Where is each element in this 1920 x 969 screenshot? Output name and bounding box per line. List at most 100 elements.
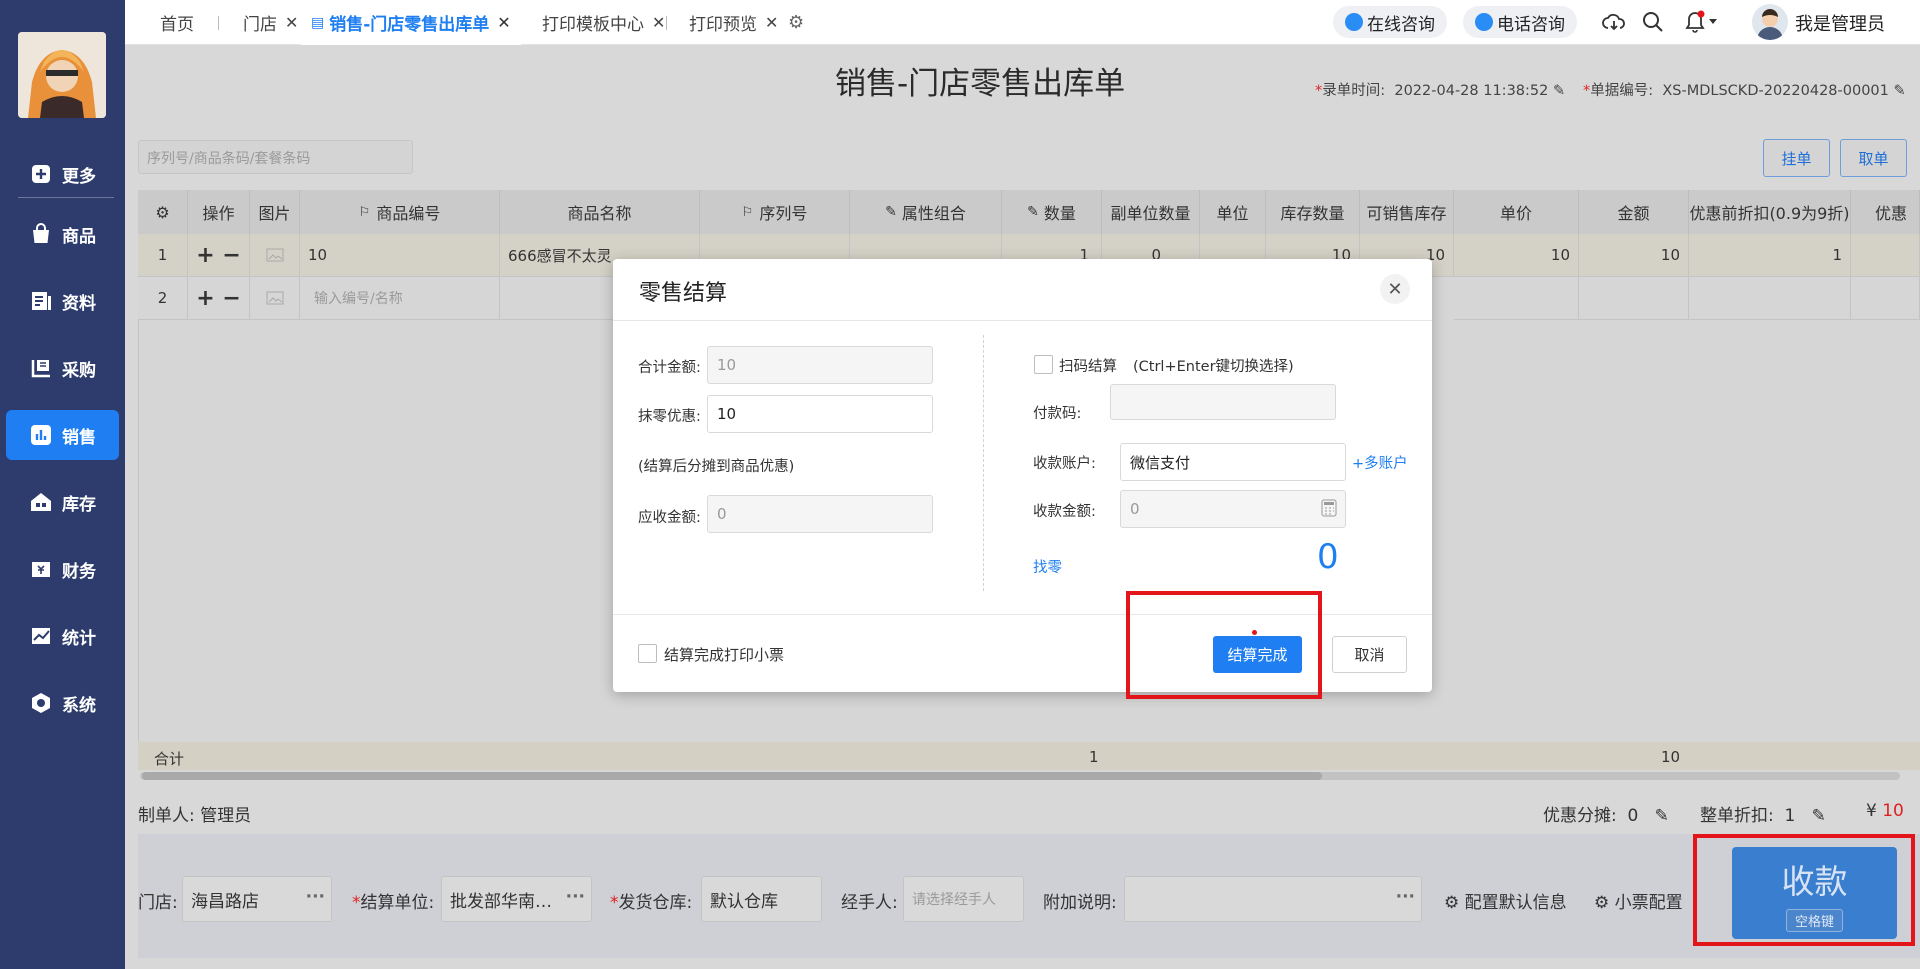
warehouse-select[interactable]: 默认仓库: [701, 876, 822, 922]
discount-share-value: 0: [1627, 806, 1639, 826]
sidebar-item-stats[interactable]: 统计: [6, 611, 119, 661]
total-amount-input: 10: [707, 346, 933, 384]
flag-icon: ⚐: [358, 204, 371, 220]
close-icon[interactable]: ✕: [285, 13, 298, 32]
cancel-button[interactable]: 取消: [1332, 636, 1407, 673]
dialog-header: 零售结算 ✕: [613, 259, 1432, 321]
bar-chart-icon: [30, 424, 52, 446]
close-icon[interactable]: ✕: [497, 13, 510, 32]
search-icon[interactable]: [1642, 11, 1664, 37]
cell-amount[interactable]: 10: [1579, 234, 1689, 277]
tab-label: 打印模板中心: [542, 15, 644, 35]
cell-discount-2[interactable]: [1851, 234, 1920, 277]
edit-icon[interactable]: ✎: [1553, 83, 1565, 99]
tab-sales-retail-out[interactable]: ▤ 销售-门店零售出库单 ✕: [301, 0, 521, 45]
pencil-icon: ✎: [885, 204, 897, 220]
remove-row-icon[interactable]: −: [222, 286, 240, 311]
add-row-icon[interactable]: +: [196, 286, 214, 311]
sidebar-item-purchase[interactable]: 采购: [6, 343, 119, 393]
document-icon: ▤: [311, 14, 325, 31]
scrollbar-thumb[interactable]: [142, 772, 1322, 780]
maker: 制单人: 管理员: [138, 801, 251, 826]
edit-icon[interactable]: ✎: [1894, 83, 1906, 99]
store-value: 海昌路店: [191, 891, 259, 912]
highlight-box-payment: [1693, 834, 1915, 946]
handler-select[interactable]: 请选择经手人: [903, 876, 1024, 922]
phone-consult-button[interactable]: 电话咨询: [1463, 6, 1577, 38]
edit-icon[interactable]: ✎: [1655, 806, 1669, 826]
gear-icon[interactable]: ⚙: [788, 0, 804, 45]
settle-unit-select[interactable]: 批发部华南… ···: [441, 876, 592, 922]
more-icon: ···: [1395, 887, 1415, 907]
col-header-discount-2: 优惠: [1851, 190, 1920, 234]
tab-label: 首页: [160, 15, 194, 35]
cell-discount[interactable]: [1689, 277, 1851, 320]
tab-print-preview[interactable]: 打印预览 ✕: [689, 0, 778, 45]
sidebar-item-inventory[interactable]: 库存: [6, 477, 119, 527]
col-header-image: 图片: [250, 190, 300, 234]
cell-code[interactable]: 10: [300, 234, 500, 277]
tab-print-template[interactable]: 打印模板中心 ✕: [542, 0, 665, 45]
row-actions: + −: [188, 277, 250, 320]
receipt-config-button[interactable]: ⚙ 小票配置: [1594, 888, 1683, 913]
amount-value: 0: [1130, 500, 1140, 518]
settle-unit-value: 批发部华南…: [450, 891, 552, 912]
remove-row-icon[interactable]: −: [222, 243, 240, 268]
code-input[interactable]: 输入编号/名称: [300, 277, 500, 320]
hang-order-button[interactable]: 挂单: [1763, 139, 1830, 177]
sidebar-item-more[interactable]: 更多: [6, 149, 119, 199]
close-icon[interactable]: ✕: [765, 13, 778, 32]
top-tab-bar: 首页 门店 ✕ ▤ 销售-门店零售出库单 ✕ 打印模板中心 ✕ 打印预览 ✕ ⚙ 在线咨…: [125, 0, 1920, 45]
col-header-label: 序列号: [759, 204, 808, 223]
tab-store[interactable]: 门店 ✕: [243, 0, 298, 45]
pay-code-input[interactable]: [1110, 384, 1336, 420]
user-name[interactable]: 我是管理员: [1795, 10, 1885, 36]
tab-home[interactable]: 首页: [160, 0, 194, 45]
scan-settle-checkbox[interactable]: [1034, 355, 1053, 374]
config-default-button[interactable]: ⚙ 配置默认信息: [1444, 888, 1567, 913]
remark-input[interactable]: ···: [1124, 876, 1422, 922]
click-marker: [1252, 630, 1257, 635]
rounding-discount-input[interactable]: 10: [707, 395, 933, 433]
add-row-icon[interactable]: +: [196, 243, 214, 268]
cell-discount[interactable]: 1: [1689, 234, 1851, 277]
phone-consult-label: 电话咨询: [1497, 14, 1565, 35]
cloud-download-icon[interactable]: [1602, 11, 1626, 37]
col-header-sub-qty: 副单位数量: [1102, 190, 1200, 234]
sidebar-item-sales[interactable]: 销售: [6, 410, 119, 460]
edit-icon[interactable]: ✎: [1812, 806, 1826, 826]
col-header-label: 数量: [1043, 204, 1076, 223]
remark-label: 附加说明:: [1043, 893, 1117, 913]
store-label: 门店:: [138, 893, 178, 913]
avatar[interactable]: [1752, 4, 1788, 40]
store-select[interactable]: 海昌路店 ···: [182, 876, 332, 922]
sidebar-item-goods[interactable]: 商品: [6, 209, 119, 259]
sidebar-item-label: 更多: [62, 166, 96, 187]
page-title: 销售-门店零售出库单: [835, 66, 1126, 102]
online-consult-button[interactable]: 在线咨询: [1333, 6, 1447, 38]
dialog-title: 零售结算: [639, 281, 728, 306]
calculator-icon[interactable]: [1321, 499, 1337, 521]
column-settings-gear-icon[interactable]: ⚙: [138, 190, 188, 234]
cell-amount[interactable]: [1579, 277, 1689, 320]
print-receipt-checkbox[interactable]: [638, 644, 657, 663]
col-header-action: 操作: [188, 190, 250, 234]
whole-discount-value: 1: [1784, 806, 1796, 826]
amount-input[interactable]: 0: [1120, 490, 1346, 528]
sidebar-item-system[interactable]: 系统: [6, 678, 119, 728]
sidebar-item-data[interactable]: 资料: [6, 276, 119, 326]
cell-discount-2[interactable]: [1851, 277, 1920, 320]
image-placeholder-icon[interactable]: [250, 234, 300, 277]
fetch-order-button[interactable]: 取单: [1840, 139, 1907, 177]
bell-icon[interactable]: [1684, 10, 1718, 38]
sidebar-item-label: 销售: [62, 427, 96, 448]
close-icon[interactable]: ✕: [652, 13, 665, 32]
multi-account-link[interactable]: +多账户: [1352, 452, 1408, 473]
account-select[interactable]: 微信支付: [1120, 443, 1346, 481]
close-icon[interactable]: ✕: [1380, 274, 1410, 304]
cell-price[interactable]: [1454, 277, 1579, 320]
sidebar-item-finance[interactable]: 财务: [6, 544, 119, 594]
image-placeholder-icon[interactable]: [250, 277, 300, 320]
cell-price[interactable]: 10: [1454, 234, 1579, 277]
serial-search-input[interactable]: 序列号/商品条码/套餐条码: [138, 140, 413, 174]
